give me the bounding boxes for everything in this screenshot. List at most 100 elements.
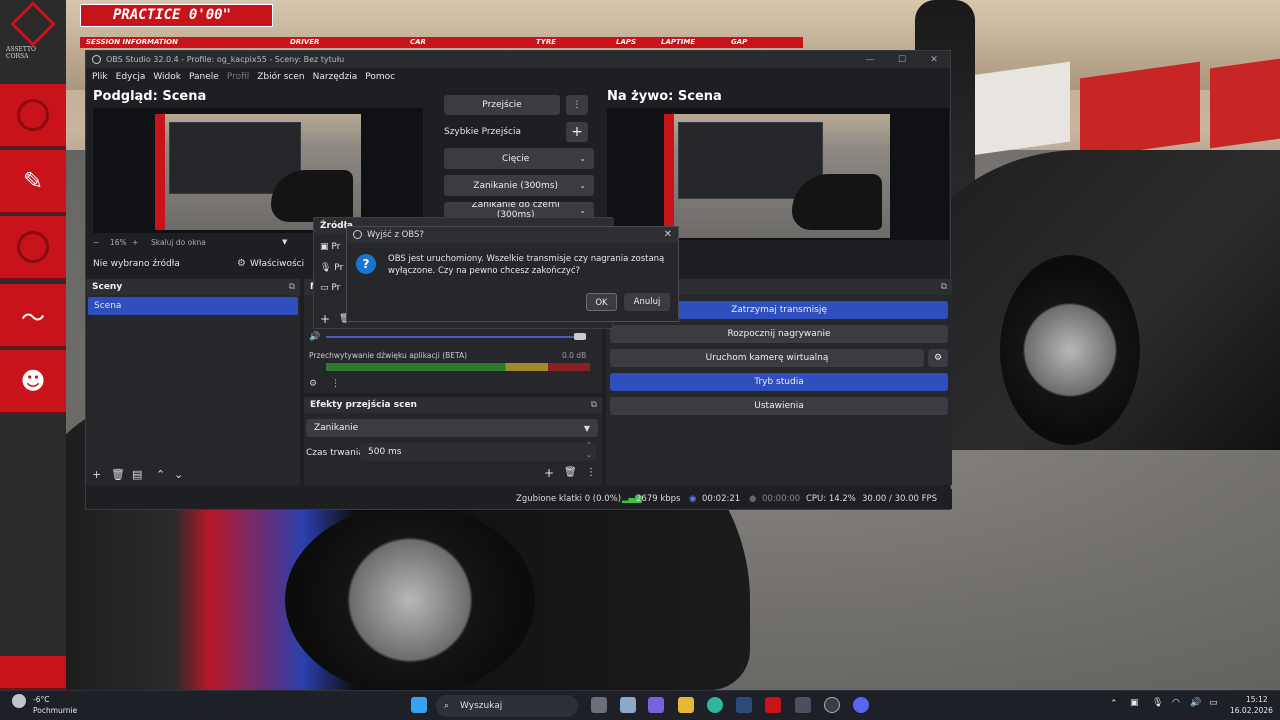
minimize-icon[interactable]: — [854,55,886,65]
audio-meter [326,363,590,371]
menu-tools[interactable]: Narzędzia [313,72,358,82]
transition-more-icon[interactable]: ⋮ [566,95,588,115]
menu-help[interactable]: Pomoc [365,72,395,82]
settings-button[interactable]: Ustawienia [610,397,948,415]
mixer-more-icon[interactable]: ⋮ [331,379,340,389]
telemetry-chart-icon[interactable]: 〜 [0,284,66,348]
obs-logo-icon [92,55,101,64]
dialog-titlebar[interactable]: Wyjść z OBS? ✕ [347,227,678,243]
menu-profile[interactable]: Profil [227,72,249,82]
windows-start-icon[interactable] [411,697,427,713]
live-title: Na żywo: Scena [607,89,722,104]
spin-up-icon[interactable]: ⌃ [586,441,592,449]
mixer-db: 0.0 dB [562,351,587,360]
file-icon[interactable] [620,697,636,713]
quick-transition-fade[interactable]: Zanikanie (300ms) ⌄ [444,175,594,196]
transition-select[interactable]: Zanikanie ▼ [306,419,598,437]
game-sidebar: ASSETTO CORSA ✎ 〜 ☻ [0,0,66,690]
add-source-icon[interactable]: + [320,312,330,326]
delete-scene-icon[interactable]: 🗑 [111,468,125,481]
scene-item[interactable]: Scena [88,297,298,315]
clock-date[interactable]: 16.02.2026 [1230,706,1273,715]
car-wheel [285,505,535,690]
virtual-camera-settings-icon[interactable]: ⚙ [928,349,948,367]
undock-icon[interactable]: ⧉ [591,397,597,413]
cancel-button[interactable]: Anuluj [624,293,670,311]
source-item[interactable]: 🎙 Pr [320,263,343,273]
menu-scene-collection[interactable]: Zbiór scen [257,72,304,82]
steering-wheel-icon[interactable] [0,84,66,148]
zoom-out-icon[interactable]: − [93,238,99,247]
add-quick-transition-icon[interactable]: + [566,122,588,142]
steam-icon[interactable] [736,697,752,713]
start-virtual-camera-button[interactable]: Uruchom kamerę wirtualną [610,349,924,367]
taskbar-search[interactable]: ⌕ Wyszukaj [436,695,578,717]
stopwatch-icon[interactable] [0,216,66,280]
source-item[interactable]: ▣ Pr [320,242,340,252]
obs-taskbar-icon[interactable] [824,697,840,713]
source-item[interactable]: ▭ Pr [320,283,340,293]
undock-icon[interactable]: ⧉ [941,279,947,295]
bottom-app-icon[interactable] [0,656,66,690]
weather-icon[interactable] [12,694,26,708]
scene-filter-icon[interactable]: ▤ [132,468,142,481]
preview-canvas[interactable] [93,108,423,233]
menu-edit[interactable]: Edycja [116,72,146,82]
transition-button[interactable]: Przejście [444,95,560,115]
gear-icon[interactable]: ⚙ [237,258,246,269]
scale-mode[interactable]: Skaluj do okna [151,238,206,247]
spin-down-icon[interactable]: ⌄ [586,451,592,459]
app-icon[interactable] [795,697,811,713]
duration-label: Czas trwania [306,448,364,458]
duration-input[interactable]: 500 ms [360,443,596,461]
tray-chevron-icon[interactable]: ⌃ [1110,699,1118,709]
assetto-corsa-taskbar-icon[interactable] [765,697,781,713]
start-recording-button[interactable]: Rozpocznij nagrywanie [610,325,948,343]
hud-col: SESSION INFORMATION [86,38,178,46]
menu-view[interactable]: Widok [153,72,181,82]
undock-icon[interactable]: ⧉ [289,279,295,295]
wifi-icon[interactable]: ◠ [1172,698,1180,708]
clock-time[interactable]: 15:12 [1246,695,1268,704]
discord-icon[interactable] [853,697,869,713]
move-down-icon[interactable]: ⌄ [174,468,183,481]
volume-icon[interactable]: 🔊 [309,332,320,342]
hud-col: DRIVER [290,38,320,46]
zoom-in-icon[interactable]: + [132,238,138,247]
battery-icon[interactable]: ▭ [1209,698,1218,708]
close-icon[interactable]: ✕ [918,55,950,65]
delete-transition-icon[interactable]: 🗑 [564,467,577,478]
zoom-level: 16% [110,238,127,247]
quick-transition-cut[interactable]: Cięcie ⌄ [444,148,594,169]
chat-driver-icon[interactable]: ☻ [0,350,66,414]
teams-icon[interactable] [648,697,664,713]
move-up-icon[interactable]: ⌃ [156,468,165,481]
volume-icon[interactable]: 🔊 [1190,698,1201,708]
volume-slider[interactable] [326,336,582,338]
add-transition-icon[interactable]: + [544,466,554,480]
volume-slider-handle[interactable] [574,333,586,340]
wrench-icon[interactable]: ✎ [0,150,66,214]
tray-app-icon[interactable]: ▣ [1130,698,1139,708]
task-view-icon[interactable] [591,697,607,713]
stream-time: 00:02:21 [702,494,741,504]
properties-button[interactable]: Właściwości [250,259,304,269]
folder-icon[interactable] [678,697,694,713]
close-icon[interactable]: ✕ [664,227,672,243]
ok-button[interactable]: OK [586,293,617,311]
quick-transition-fade-black[interactable]: Zanikanie do czerni (300ms) ⌄ [444,202,594,218]
dialog-message: OBS jest uruchomiony. Wszelkie transmisj… [388,254,665,276]
scenes-dock: Sceny ⧉ Scena + 🗑 ▤ ⌃ ⌄ [86,279,300,485]
studio-mode-button[interactable]: Tryb studia [610,373,948,391]
obs-titlebar[interactable]: OBS Studio 32.0.4 - Profile: og_kacpix55… [86,51,950,68]
menu-file[interactable]: Plik [92,72,108,82]
transition-more-icon[interactable]: ⋮ [586,467,596,478]
status-bar: Zgubione klatki 0 (0.0%) ▂▄▆ 2679 kbps ◉… [86,489,952,509]
mixer-settings-icon[interactable]: ⚙ [309,379,317,389]
scale-dropdown-icon[interactable]: ▼ [282,238,287,246]
edge-icon[interactable] [707,697,723,713]
menu-docks[interactable]: Panele [189,72,219,82]
add-scene-icon[interactable]: + [92,468,101,481]
microphone-icon[interactable]: 🎙 [1152,698,1163,708]
maximize-icon[interactable]: ☐ [886,55,918,65]
